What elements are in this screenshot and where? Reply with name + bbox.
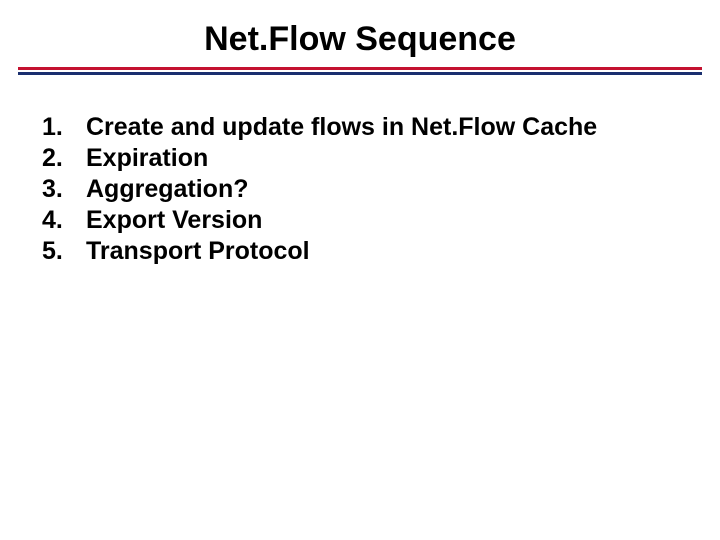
list-text: Transport Protocol bbox=[86, 237, 310, 266]
list-text: Aggregation? bbox=[86, 175, 249, 204]
list-item: 5. Transport Protocol bbox=[42, 237, 720, 266]
divider-line-blue bbox=[18, 72, 702, 75]
list-number: 2. bbox=[42, 144, 86, 173]
ordered-list: 1. Create and update flows in Net.Flow C… bbox=[0, 113, 720, 266]
list-text: Create and update flows in Net.Flow Cach… bbox=[86, 113, 597, 142]
list-number: 1. bbox=[42, 113, 86, 142]
list-item: 2. Expiration bbox=[42, 144, 720, 173]
title-divider bbox=[18, 67, 702, 75]
slide-title: Net.Flow Sequence bbox=[0, 20, 720, 59]
slide: Net.Flow Sequence 1. Create and update f… bbox=[0, 0, 720, 540]
list-item: 1. Create and update flows in Net.Flow C… bbox=[42, 113, 720, 142]
list-text: Expiration bbox=[86, 144, 208, 173]
list-text: Export Version bbox=[86, 206, 262, 235]
list-item: 3. Aggregation? bbox=[42, 175, 720, 204]
list-number: 5. bbox=[42, 237, 86, 266]
list-item: 4. Export Version bbox=[42, 206, 720, 235]
list-number: 3. bbox=[42, 175, 86, 204]
list-number: 4. bbox=[42, 206, 86, 235]
divider-line-red bbox=[18, 67, 702, 70]
